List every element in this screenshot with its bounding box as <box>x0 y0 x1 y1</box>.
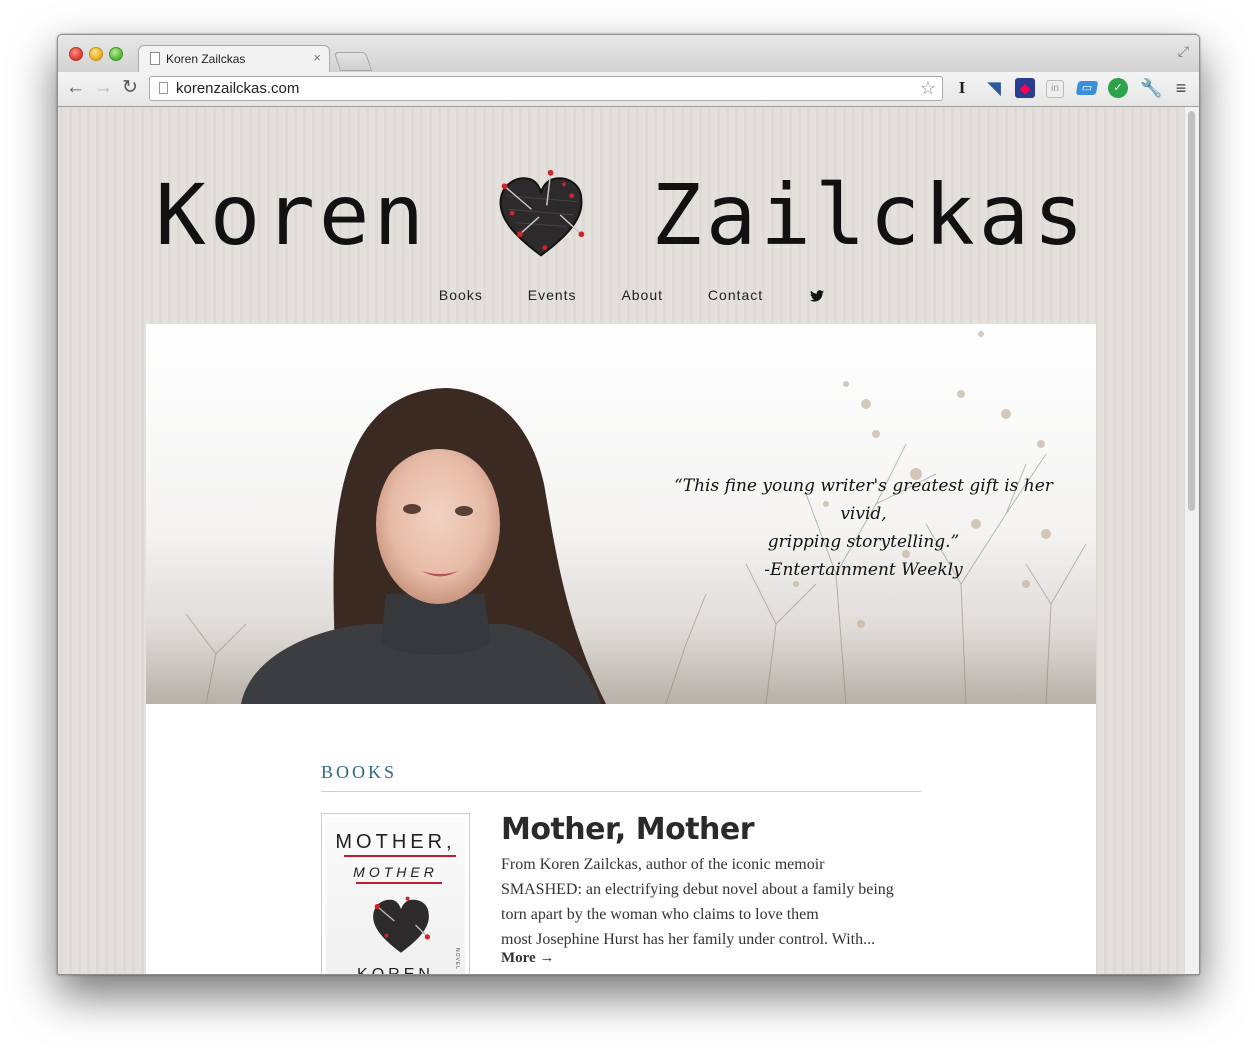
new-tab-button[interactable] <box>333 52 373 71</box>
heart-icon <box>373 896 431 953</box>
site-title-first: Koren <box>155 166 429 265</box>
extension-icon[interactable]: ▭ <box>1075 81 1099 95</box>
page-icon <box>159 82 168 94</box>
description-line: From Koren Zailckas, author of the iconi… <box>501 856 825 873</box>
title-bar: Koren Zailckas × ⤢ <box>58 35 1199 72</box>
zoom-window-button[interactable] <box>109 47 123 61</box>
close-window-button[interactable] <box>69 47 83 61</box>
cover-spine-text: NOVEL <box>454 948 460 970</box>
twitter-icon[interactable] <box>810 290 825 302</box>
back-arrow-icon[interactable]: ← <box>66 77 85 99</box>
page-icon <box>150 52 160 65</box>
instapaper-icon[interactable]: I <box>952 78 972 98</box>
quote-line: “This fine young writer's greatest gift … <box>674 476 1053 524</box>
vertical-scrollbar[interactable] <box>1184 107 1199 974</box>
linkedin-icon[interactable]: in <box>1046 80 1064 98</box>
star-icon[interactable]: ☆ <box>920 78 936 99</box>
site-navigation: Books Events About Contact <box>58 287 1185 303</box>
fullscreen-icon[interactable]: ⤢ <box>1178 43 1189 60</box>
browser-toolbar: ← → ↻ korenzailckas.com ☆ I ◥ ◆ in ▭ ✓ 🔧… <box>58 72 1199 107</box>
hero-banner: “This fine young writer's greatest gift … <box>146 324 1096 704</box>
wrench-icon[interactable]: 🔧 <box>1140 78 1162 98</box>
nav-item-books[interactable]: Books <box>439 287 483 303</box>
site-title-last: Zailckas <box>651 166 1088 265</box>
testimonial-quote: “This fine young writer's greatest gift … <box>661 472 1066 584</box>
nav-item-events[interactable]: Events <box>528 287 577 303</box>
books-section-heading: BOOKS <box>321 762 398 782</box>
description-line: torn apart by the woman who claims to lo… <box>501 906 819 923</box>
nav-item-about[interactable]: About <box>621 287 663 303</box>
cover-underline <box>356 882 442 884</box>
site-title[interactable]: Koren Zailckas <box>58 159 1185 264</box>
cover-author: KOREN <box>326 966 465 974</box>
cover-title-line2: MOTHER <box>353 864 438 880</box>
address-bar[interactable]: korenzailckas.com ☆ <box>149 76 943 101</box>
scrollbar-thumb[interactable] <box>1188 111 1195 511</box>
rss-icon[interactable]: ◥ <box>984 78 1004 98</box>
page-viewport: Koren Zailckas Books Events About Contac… <box>58 107 1185 974</box>
minimize-window-button[interactable] <box>89 47 103 61</box>
forward-arrow-icon[interactable]: → <box>94 77 113 99</box>
book-cover-image[interactable]: MOTHER, MOTHER KOREN NOVEL <box>321 813 470 974</box>
description-line: SMASHED: an electrifying debut novel abo… <box>501 881 894 898</box>
heart-icon <box>499 169 584 257</box>
quote-line: gripping storytelling.” <box>767 532 960 552</box>
cover-title-line1: MOTHER, <box>335 831 456 853</box>
browser-window: Koren Zailckas × ⤢ ← → ↻ korenzailckas.c… <box>57 34 1200 975</box>
url-text[interactable]: korenzailckas.com <box>176 80 299 97</box>
book-title[interactable]: Mother, Mother <box>501 812 755 847</box>
evernote-icon[interactable]: ✓ <box>1108 78 1128 98</box>
extension-icon[interactable]: ◆ <box>1015 78 1035 98</box>
description-line: most Josephine Hurst has her family unde… <box>501 931 876 948</box>
nav-item-contact[interactable]: Contact <box>708 287 763 303</box>
menu-icon[interactable]: ≡ <box>1171 78 1191 98</box>
browser-tab[interactable]: Koren Zailckas × <box>138 45 330 72</box>
section-divider <box>321 791 921 792</box>
main-content: “This fine young writer's greatest gift … <box>146 324 1096 974</box>
cover-underline <box>344 855 456 857</box>
book-description: From Koren Zailckas, author of the iconi… <box>501 852 921 952</box>
tab-close-icon[interactable]: × <box>313 50 321 65</box>
reload-icon[interactable]: ↻ <box>122 77 138 99</box>
more-link[interactable]: More → <box>501 950 554 967</box>
cover-art: MOTHER, MOTHER KOREN NOVEL <box>326 818 465 974</box>
tab-title: Koren Zailckas <box>166 52 246 66</box>
quote-source: -Entertainment Weekly <box>764 560 963 580</box>
